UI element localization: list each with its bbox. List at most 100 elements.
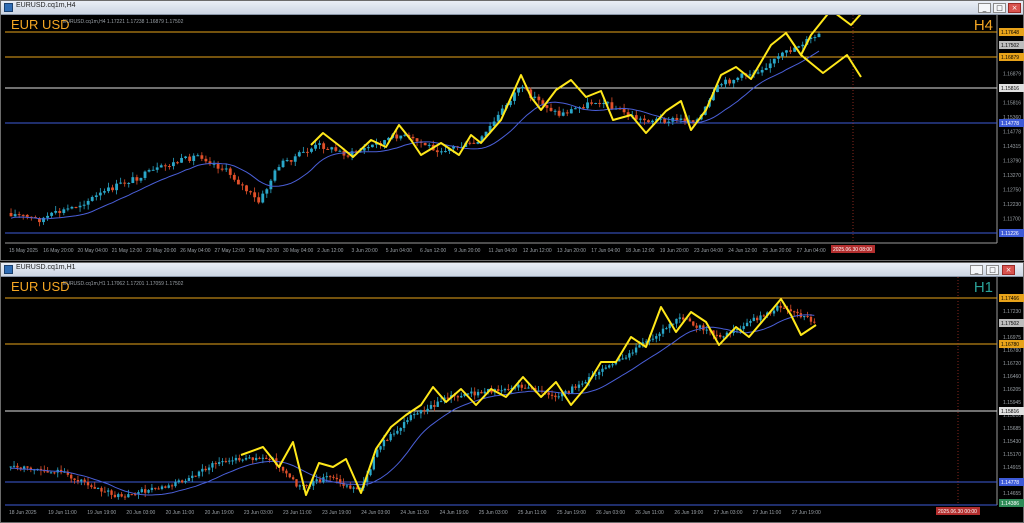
maximize-button[interactable]: □ (993, 3, 1006, 13)
candle-body (624, 357, 628, 359)
candle-body (305, 484, 308, 487)
candle-body (325, 476, 328, 478)
candle-body (117, 494, 120, 498)
candle-body (611, 364, 614, 366)
candle-body (314, 144, 317, 149)
minimize-button[interactable]: _ (978, 3, 991, 13)
candle-body (184, 480, 187, 483)
time-tick-label: 19 Jun 19:00 (87, 510, 116, 516)
candle-body (176, 162, 179, 164)
candle-body (76, 480, 80, 482)
candlestick-chart[interactable]: 1.176481.175021.169201.168791.164001.158… (1, 15, 1024, 262)
candle-body (406, 420, 409, 423)
candle-body (366, 147, 370, 149)
time-tick-label: 25 Jun 11:00 (518, 510, 547, 516)
price-chart-area[interactable]: 1.176481.175021.169201.168791.164001.158… (1, 15, 1024, 262)
candle-body (779, 305, 782, 308)
candle-body (80, 479, 83, 482)
candle-body (557, 110, 561, 116)
price-tag-label: 1.14778 (1001, 480, 1019, 486)
price-tick-label: 1.14778 (1003, 130, 1021, 136)
cursor-time-label: 2025.06.30 08:00 (833, 247, 872, 253)
candle-body (760, 69, 764, 73)
candlestick-chart[interactable]: 1.174661.172301.175021.169751.167801.167… (1, 277, 1024, 523)
candle-body (214, 463, 217, 465)
candle-body (638, 345, 641, 348)
candle-body (78, 205, 82, 208)
candle-body (83, 479, 86, 482)
candle-body (295, 479, 298, 487)
candle-body (813, 321, 816, 323)
candle-body (736, 77, 740, 80)
candle-body (339, 479, 342, 483)
candle-body (49, 472, 53, 474)
candle-body (776, 305, 779, 311)
candle-body (604, 367, 608, 369)
candle-body (527, 387, 530, 389)
chart-window-h1[interactable]: EURUSD.cq1m,H1 _ □ × 1.17466 1.17230 1.175… (0, 262, 1024, 523)
time-tick-label: 6 Jun 12:00 (420, 248, 446, 254)
candle-body (220, 168, 224, 170)
candle-body (517, 384, 520, 388)
candle-body (476, 391, 480, 396)
candle-body (254, 457, 258, 461)
candle-body (194, 475, 197, 477)
candle-body (416, 413, 419, 415)
candle-body (520, 384, 523, 388)
candle-body (231, 460, 234, 462)
price-tick-label: 1.14315 (1003, 144, 1021, 150)
time-tick-label: 25 Jun 20:00 (763, 248, 792, 254)
candle-body (103, 491, 107, 493)
candle-body (269, 180, 273, 190)
candle-body (594, 374, 597, 376)
minimize-button[interactable]: _ (970, 265, 983, 275)
chart-window-h4[interactable]: EURUSD.cq1m,H4 _ □ × 1.176481.175021.169… (0, 0, 1024, 261)
price-tick-label: 1.16460 (1003, 374, 1021, 380)
timeframe-label: H4 (973, 17, 993, 34)
candle-body (792, 311, 796, 313)
close-button[interactable]: × (1008, 3, 1021, 13)
candle-body (772, 310, 776, 314)
candle-body (745, 322, 749, 327)
candle-body (9, 213, 13, 217)
candle-body (658, 333, 661, 337)
candle-body (312, 481, 315, 486)
cursor-time-label: 2025.06.30 00:00 (938, 509, 977, 515)
candle-body (217, 462, 221, 464)
candle-body (386, 439, 389, 441)
window-titlebar[interactable]: EURUSD.cq1m,H1 _ □ × (1, 263, 1023, 277)
price-tag-label: 1.14386 (1001, 501, 1019, 507)
candle-body (748, 74, 752, 76)
candle-body (265, 457, 268, 459)
candle-body (720, 84, 723, 86)
candle-body (123, 496, 127, 498)
candle-body (123, 182, 127, 184)
candle-body (177, 480, 180, 483)
candle-body (631, 352, 634, 354)
candle-body (201, 468, 204, 472)
candle-body (762, 315, 766, 317)
maximize-button[interactable]: □ (986, 265, 999, 275)
price-chart-area[interactable]: 1.174661.172301.175021.169751.167801.167… (1, 277, 1024, 523)
candle-body (537, 96, 541, 101)
price-tag-label: 1.17502 (1001, 321, 1019, 327)
candle-body (251, 457, 254, 461)
candle-body (335, 477, 339, 480)
candle-body (330, 147, 334, 150)
candle-body (110, 490, 113, 495)
candle-body (139, 177, 143, 181)
window-titlebar[interactable]: EURUSD.cq1m,H4 _ □ × (1, 1, 1023, 15)
chart-icon (4, 3, 13, 12)
candle-body (521, 86, 525, 89)
price-tick-label: 1.16720 (1003, 361, 1021, 367)
candle-body (427, 144, 431, 146)
close-button[interactable]: × (1002, 265, 1015, 275)
price-tag-label: 1.14778 (1001, 121, 1019, 127)
candle-body (93, 486, 96, 489)
time-tick-label: 11 Jun 04:00 (489, 248, 518, 254)
candle-body (291, 477, 295, 480)
candle-body (241, 184, 244, 186)
time-tick-label: 27 Jun 11:00 (753, 510, 782, 516)
candle-body (224, 168, 228, 170)
candle-body (258, 457, 261, 459)
